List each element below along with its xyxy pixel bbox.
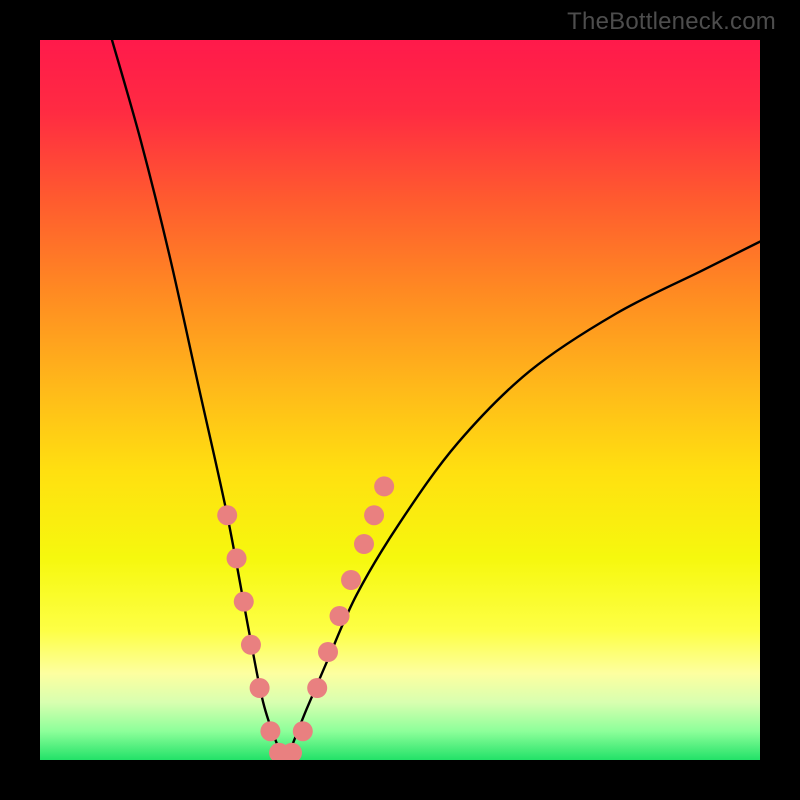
- data-marker: [364, 505, 384, 525]
- chart-frame: TheBottleneck.com: [0, 0, 800, 800]
- bottleneck-curve-layer: [40, 40, 760, 760]
- marker-group: [217, 476, 394, 760]
- data-marker: [217, 505, 237, 525]
- data-marker: [260, 721, 280, 741]
- data-marker: [318, 642, 338, 662]
- data-marker: [250, 678, 270, 698]
- bottleneck-curve: [112, 40, 760, 760]
- data-marker: [293, 721, 313, 741]
- data-marker: [341, 570, 361, 590]
- plot-area: [40, 40, 760, 760]
- data-marker: [330, 606, 350, 626]
- data-marker: [227, 548, 247, 568]
- data-marker: [374, 476, 394, 496]
- data-marker: [307, 678, 327, 698]
- watermark-text: TheBottleneck.com: [567, 8, 776, 36]
- data-marker: [241, 635, 261, 655]
- data-marker: [354, 534, 374, 554]
- data-marker: [234, 592, 254, 612]
